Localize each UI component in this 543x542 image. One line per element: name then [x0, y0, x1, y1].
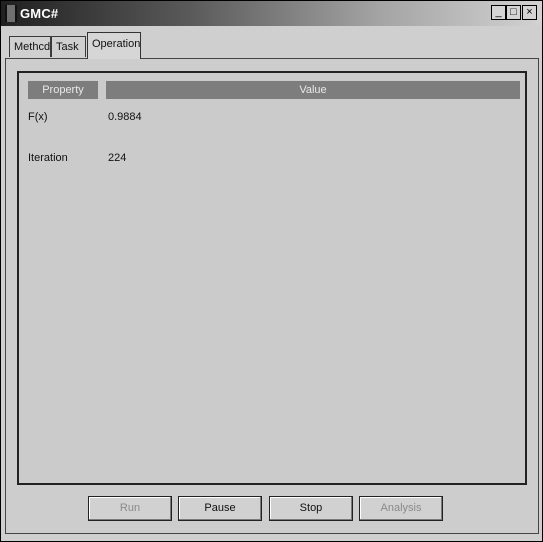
property-grid: Property Value F(x) 0.9884 Iteration 224 [17, 71, 527, 485]
app-icon [5, 5, 17, 22]
property-fx-label: F(x) [28, 111, 48, 123]
property-iteration-value: 224 [108, 152, 127, 164]
operation-panel: Property Value F(x) 0.9884 Iteration 224… [5, 58, 539, 534]
pause-button[interactable]: Pause [178, 496, 262, 521]
tab-task[interactable]: Task [51, 36, 86, 57]
tab-method[interactable]: Methcd [9, 36, 51, 57]
run-button[interactable]: Run [88, 496, 172, 521]
stop-button[interactable]: Stop [269, 496, 353, 521]
minimize-button[interactable]: _ [491, 5, 506, 20]
property-column-header[interactable]: Property [28, 81, 98, 99]
close-button[interactable]: × [522, 5, 537, 20]
title-bar[interactable]: GMC# _ □ × [1, 1, 542, 26]
value-column-header[interactable]: Value [106, 81, 520, 99]
property-iteration-label: Iteration [28, 152, 68, 164]
property-fx-value: 0.9884 [108, 111, 142, 123]
app-window: GMC# _ □ × Methcd Task Operation Propert… [0, 0, 543, 542]
maximize-button[interactable]: □ [506, 5, 521, 20]
window-title: GMC# [20, 6, 59, 21]
analysis-button[interactable]: Analysis [359, 496, 443, 521]
tab-operation[interactable]: Operation [87, 32, 141, 59]
